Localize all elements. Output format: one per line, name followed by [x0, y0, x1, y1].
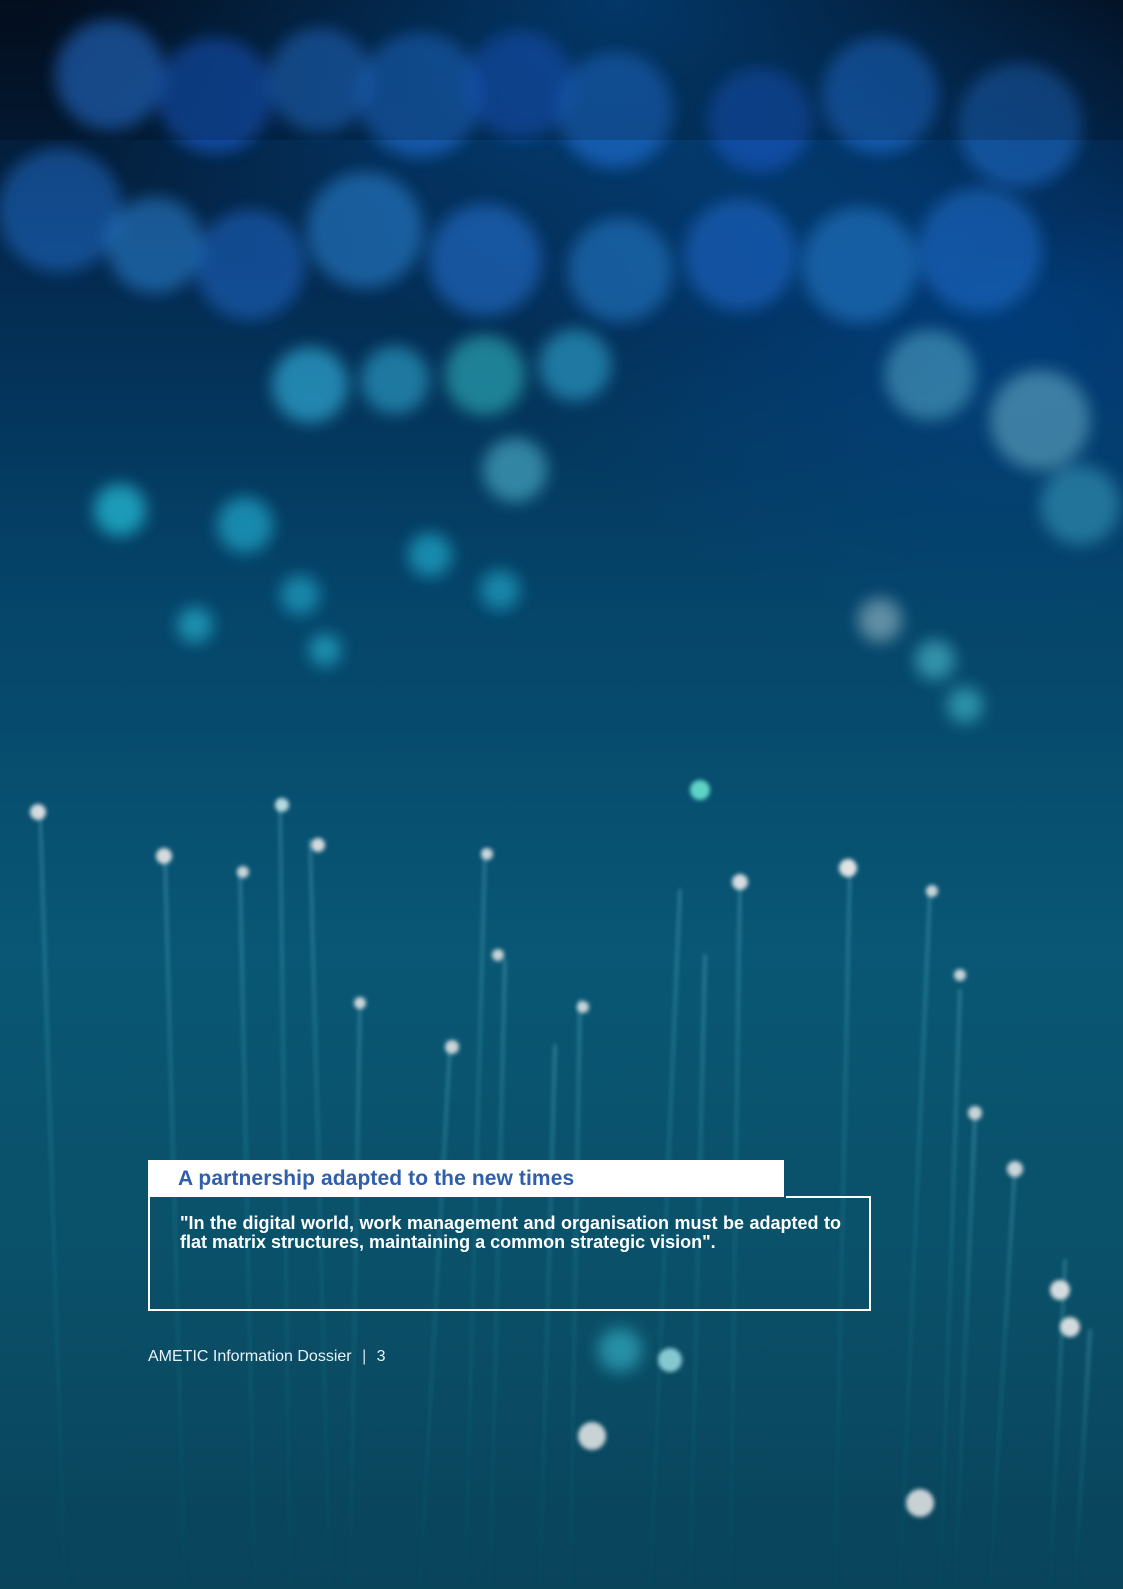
headline-text: A partnership adapted to the new times: [178, 1166, 575, 1190]
headline-banner: A partnership adapted to the new times: [148, 1160, 784, 1197]
quote-box: "In the digital world, work management a…: [148, 1196, 871, 1311]
quote-text: "In the digital world, work management a…: [180, 1213, 841, 1252]
footer-label: AMETIC Information Dossier: [148, 1348, 352, 1365]
footer-separator: |: [362, 1348, 367, 1365]
footer: AMETIC Information Dossier | 3: [148, 1348, 386, 1366]
page-number: 3: [376, 1348, 386, 1365]
